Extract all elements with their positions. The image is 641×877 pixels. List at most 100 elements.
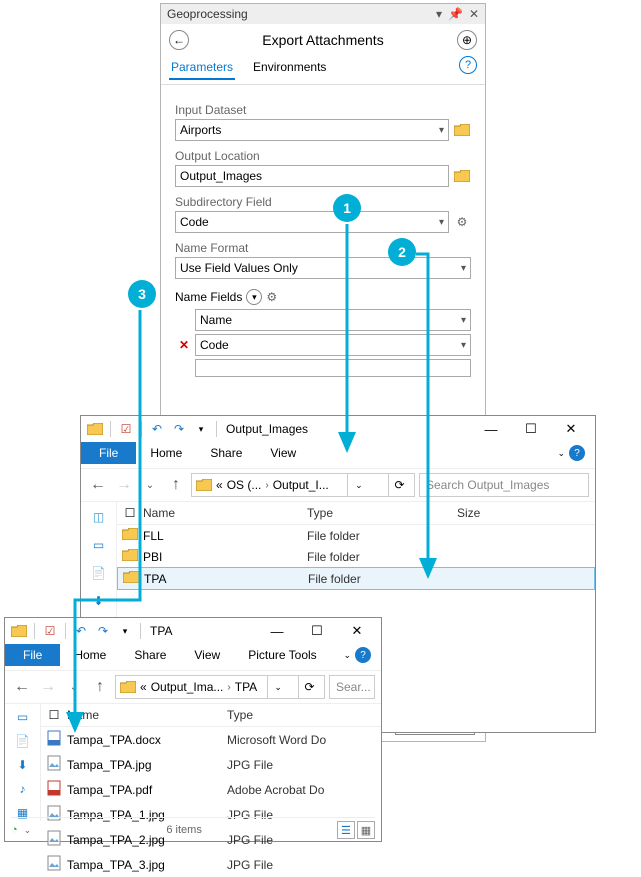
list-item[interactable]: Tampa_TPA.pdfAdobe Acrobat Do [41,777,381,802]
refresh-button[interactable]: ⟳ [298,676,320,698]
chevron-down-icon[interactable]: ▾ [461,263,466,274]
help-icon[interactable]: ? [459,56,477,74]
nav-up-button[interactable]: ↑ [89,676,111,698]
column-checkbox[interactable]: ☐ [41,708,67,722]
nav-back-button[interactable]: ← [87,474,109,496]
nav-recent-icon[interactable]: ⌄ [63,676,85,698]
output-location-field[interactable]: Output_Images [175,165,449,187]
ribbon-home-tab[interactable]: Home [136,442,196,464]
ribbon-expand-icon[interactable]: ⌄ [557,448,565,459]
subdirectory-field[interactable]: Code ▾ [175,211,449,233]
name-field-empty[interactable] [195,359,471,377]
tab-environments[interactable]: Environments [251,56,328,80]
search-input[interactable]: Search Output_Images [419,473,589,497]
column-name-header[interactable]: Name [67,708,227,722]
nav-back-button[interactable]: ← [11,676,33,698]
list-item[interactable]: TPA File folder [117,567,595,590]
column-type-header[interactable]: Type [227,708,377,722]
close-button[interactable]: ✕ [555,418,587,440]
chevron-down-icon[interactable]: ▾ [461,340,466,351]
folder-icon[interactable] [9,621,29,641]
ribbon-help-icon[interactable]: ? [355,647,371,663]
ribbon-file-tab[interactable]: File [5,644,60,666]
gear-icon[interactable]: ⚙ [266,290,277,304]
search-input[interactable]: Sear... [329,675,375,699]
ribbon-file-tab[interactable]: File [81,442,136,464]
breadcrumb-part[interactable]: « [140,680,147,694]
sidebar-desktop-icon[interactable]: ▭ [14,710,32,724]
add-button[interactable]: ⊕ [457,30,477,50]
sidebar-documents-icon[interactable]: 📄 [90,564,108,582]
autohide-icon[interactable]: ▾ [436,7,442,21]
back-button[interactable]: ← [169,30,189,50]
address-bar[interactable]: « OS (... › Output_I... ⌄ ⟳ [191,473,415,497]
nav-forward-button[interactable]: → [113,474,135,496]
ribbon-view-tab[interactable]: View [256,442,310,464]
breadcrumb-part[interactable]: OS (... [227,478,262,492]
chevron-right-icon[interactable]: › [227,682,230,693]
list-item[interactable]: Tampa_TPA.jpgJPG File [41,752,381,777]
nav-recent-icon[interactable]: ⌄ [139,474,161,496]
ribbon-home-tab[interactable]: Home [60,644,120,666]
details-view-icon[interactable]: ☰ [337,821,355,839]
list-item[interactable]: PBI File folder [117,546,595,567]
sidebar-desktop-icon[interactable]: ▭ [90,536,108,554]
chevron-right-icon[interactable]: › [265,480,268,491]
browse-output-button[interactable] [453,167,471,185]
ribbon-picture-tools-tab[interactable]: Picture Tools [234,644,330,666]
dropdown-icon[interactable]: ▾ [191,419,211,439]
nav-forward-button[interactable]: → [37,676,59,698]
undo-icon[interactable]: ↶ [147,419,167,439]
ribbon-help-icon[interactable]: ? [569,445,585,461]
close-pane-icon[interactable]: ✕ [469,7,479,21]
name-field-1[interactable]: Code ▾ [195,334,471,356]
maximize-button[interactable]: ☐ [301,620,333,642]
breadcrumb-part[interactable]: Output_I... [273,478,329,492]
chevron-down-icon[interactable]: ⌄ [24,825,32,836]
remove-field-button[interactable]: ✕ [175,338,193,352]
thumbnails-view-icon[interactable]: ▦ [357,821,375,839]
name-format-field[interactable]: Use Field Values Only ▾ [175,257,471,279]
folder-icon[interactable] [85,419,105,439]
address-dropdown-icon[interactable]: ⌄ [267,676,289,698]
refresh-button[interactable]: ⟳ [388,474,410,496]
chevron-down-icon[interactable]: ▾ [439,125,444,136]
minimize-button[interactable]: — [475,418,507,440]
list-item[interactable]: Tampa_TPA_3.jpgJPG File [41,852,381,877]
breadcrumb-part[interactable]: « [216,478,223,492]
chevron-down-icon[interactable]: ▾ [461,315,466,326]
checkbox-icon[interactable]: ☑ [40,621,60,641]
address-bar[interactable]: « Output_Ima... › TPA ⌄ ⟳ [115,675,325,699]
column-name-header[interactable]: Name [143,506,307,520]
minimize-button[interactable]: — [261,620,293,642]
column-checkbox[interactable]: ☐ [117,506,143,520]
breadcrumb-part[interactable]: Output_Ima... [151,680,224,694]
nav-up-button[interactable]: ↑ [165,474,187,496]
dropdown-icon[interactable]: ▾ [115,621,135,641]
column-size-header[interactable]: Size [457,506,595,520]
close-button[interactable]: ✕ [341,620,373,642]
sidebar-downloads-icon[interactable]: ⬇ [90,592,108,610]
name-field-0[interactable]: Name ▾ [195,309,471,331]
redo-icon[interactable]: ↷ [169,419,189,439]
sidebar-3d-icon[interactable]: ◫ [90,508,108,526]
list-item[interactable]: FLL File folder [117,525,595,546]
ribbon-view-tab[interactable]: View [180,644,234,666]
pin-icon[interactable]: 📌 [448,7,463,21]
chevron-down-icon[interactable]: ▾ [439,217,444,228]
checkbox-icon[interactable]: ☑ [116,419,136,439]
browse-input-button[interactable] [453,121,471,139]
expand-name-fields-icon[interactable]: ▾ [246,289,262,305]
sidebar-documents-icon[interactable]: 📄 [14,734,32,748]
input-dataset-field[interactable]: Airports ▾ [175,119,449,141]
ribbon-share-tab[interactable]: Share [196,442,256,464]
breadcrumb-part[interactable]: TPA [235,680,257,694]
column-type-header[interactable]: Type [307,506,457,520]
list-item[interactable]: Tampa_TPA.docxMicrosoft Word Do [41,727,381,752]
tab-parameters[interactable]: Parameters [169,56,235,80]
address-dropdown-icon[interactable]: ⌄ [347,474,369,496]
ribbon-expand-icon[interactable]: ⌄ [343,650,351,661]
gear-icon[interactable]: ⚙ [453,213,471,231]
ribbon-share-tab[interactable]: Share [120,644,180,666]
sidebar-downloads-icon[interactable]: ⬇ [14,758,32,772]
